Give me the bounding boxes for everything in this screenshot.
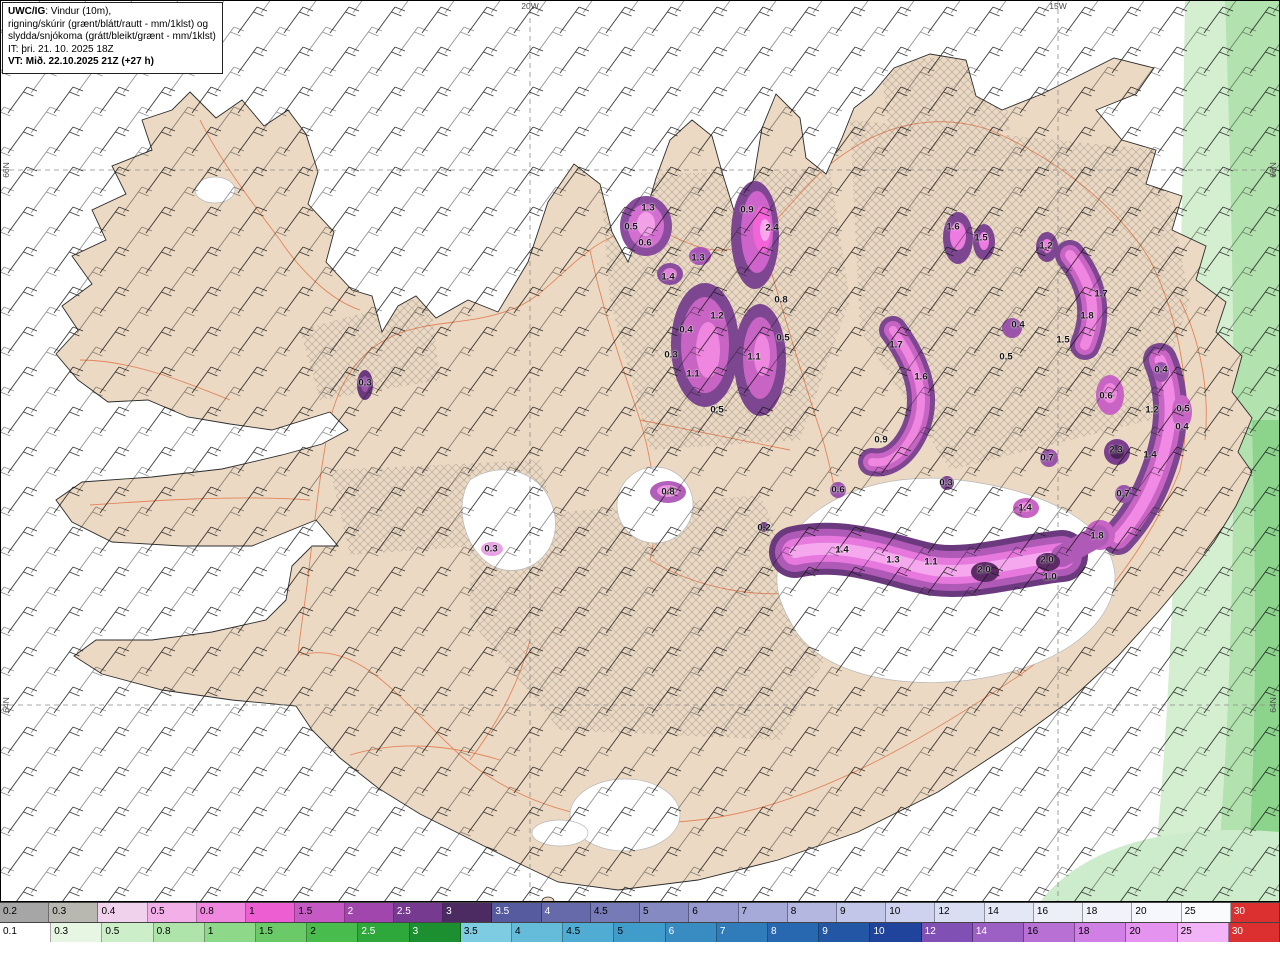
colorbar-cell-rain-20: 20 xyxy=(1126,923,1178,942)
colorbar-cell-rain-5: 5 xyxy=(614,923,666,942)
iceland-weather-map xyxy=(0,0,1280,902)
title-rest: : Vindur (10m), xyxy=(45,6,112,17)
title-line-1: UWC/IG: Vindur (10m), xyxy=(8,6,216,19)
colorbar-cell-rain-2: 2 xyxy=(307,923,359,942)
colorbar-cell-rain-1.5: 1.5 xyxy=(256,923,308,942)
title-line-2: rigning/skúrir (grænt/blátt/rautt - mm/1… xyxy=(8,18,209,30)
colorbar-cell-snow-6: 6 xyxy=(689,903,739,922)
rain-colorbar: 0.1 0.3 0.5 0.8 1 1.5 2 2.5 3 3.5 4 4.5 5 6 7 8 9 10 12 14 1… xyxy=(0,922,1280,942)
colorbar-cell-snow-1: 1 xyxy=(246,903,296,922)
colorbar-cell-rain-4: 4 xyxy=(512,923,564,942)
colorbar-cell-snow-2: 2 xyxy=(344,903,394,922)
colorbar-cell-rain-8: 8 xyxy=(768,923,820,942)
colorbar-cell-snow-7: 7 xyxy=(738,903,788,922)
colorbar-cell-rain-16: 16 xyxy=(1024,923,1076,942)
colorbar-cell-rain-2.5: 2.5 xyxy=(358,923,410,942)
snow-sleet-colorbar: 0.2 0.3 0.4 0.5 0.8 1 1.5 2 2.5 3 3.5 4 4.5 5 6 7 8 9 10 12… xyxy=(0,902,1280,922)
colorbar-cell-rain-3: 3 xyxy=(409,923,461,942)
colorbar-cell-snow-2.5: 2.5 xyxy=(393,903,444,922)
colorbar-cell-rain-7: 7 xyxy=(716,923,769,942)
colorbar-cell-snow-10: 10 xyxy=(886,903,936,922)
colorbar-cell-snow-3.5: 3.5 xyxy=(492,903,542,922)
colorbar-cell-rain-3.5: 3.5 xyxy=(460,923,513,942)
colorbar-cell-rain-0.8: 0.8 xyxy=(153,923,205,942)
colorbar-cell-rain-10: 10 xyxy=(870,923,922,942)
colorbar-cell-snow-12: 12 xyxy=(935,903,985,922)
colorbar-cell-rain-1: 1 xyxy=(204,923,257,942)
colorbar-cell-rain-0.5: 0.5 xyxy=(102,923,154,942)
colorbar-cell-snow-20: 20 xyxy=(1132,903,1182,922)
colorbar-cell-rain-14: 14 xyxy=(972,923,1025,942)
colorbar-cell-snow-25: 25 xyxy=(1181,903,1231,922)
colorbar-cell-snow-0.5: 0.5 xyxy=(147,903,197,922)
colorbar-cell-snow-0.8: 0.8 xyxy=(196,903,247,922)
colorbar-cell-snow-4: 4 xyxy=(541,903,591,922)
colorbar-legend: 0.2 0.3 0.4 0.5 0.8 1 1.5 2 2.5 3 3.5 4 4.5 5 6 7 8 9 10 12… xyxy=(0,902,1280,942)
colorbar-cell-rain-30: 30 xyxy=(1228,923,1280,942)
colorbar-cell-rain-12: 12 xyxy=(921,923,973,942)
colorbar-cell-snow-30: 30 xyxy=(1230,903,1280,922)
colorbar-cell-rain-0.3: 0.3 xyxy=(51,923,103,942)
colorbar-cell-snow-0.2: 0.2 xyxy=(0,903,50,922)
colorbar-cell-rain-9: 9 xyxy=(819,923,871,942)
colorbar-cell-snow-14: 14 xyxy=(984,903,1034,922)
colorbar-cell-snow-3: 3 xyxy=(443,903,493,922)
colorbar-cell-snow-0.4: 0.4 xyxy=(98,903,148,922)
init-time: IT: þri. 21. 10. 2025 18Z xyxy=(8,43,114,55)
colorbar-cell-snow-16: 16 xyxy=(1033,903,1084,922)
colorbar-cell-rain-25: 25 xyxy=(1177,923,1229,942)
weather-map-page: 1.3 0.5 0.6 0.9 2.4 1.4 1.3 1.6 1.5 1.2 1.7 1.8 1.5 0… xyxy=(0,0,1280,960)
wind-barbs-layer xyxy=(0,0,1280,902)
model-name: UWC/IG xyxy=(8,6,46,17)
colorbar-cell-rain-6: 6 xyxy=(665,923,717,942)
colorbar-cell-rain-4.5: 4.5 xyxy=(563,923,615,942)
colorbar-cell-rain-0.1: 0.1 xyxy=(0,923,52,942)
colorbar-cell-snow-1.5: 1.5 xyxy=(295,903,345,922)
colorbar-cell-rain-18: 18 xyxy=(1075,923,1127,942)
colorbar-cell-snow-9: 9 xyxy=(836,903,887,922)
valid-time: VT: Mið. 22.10.2025 21Z (+27 h) xyxy=(8,56,154,68)
colorbar-cell-snow-18: 18 xyxy=(1083,903,1133,922)
title-line-3: slydda/snjókoma (grátt/bleikt/grænt - mm… xyxy=(8,31,216,43)
colorbar-cell-snow-5: 5 xyxy=(640,903,690,922)
colorbar-cell-snow-8: 8 xyxy=(787,903,837,922)
colorbar-cell-snow-0.3: 0.3 xyxy=(49,903,99,922)
colorbar-cell-snow-4.5: 4.5 xyxy=(590,903,641,922)
title-box: UWC/IG: Vindur (10m), rigning/skúrir (gr… xyxy=(2,2,223,74)
